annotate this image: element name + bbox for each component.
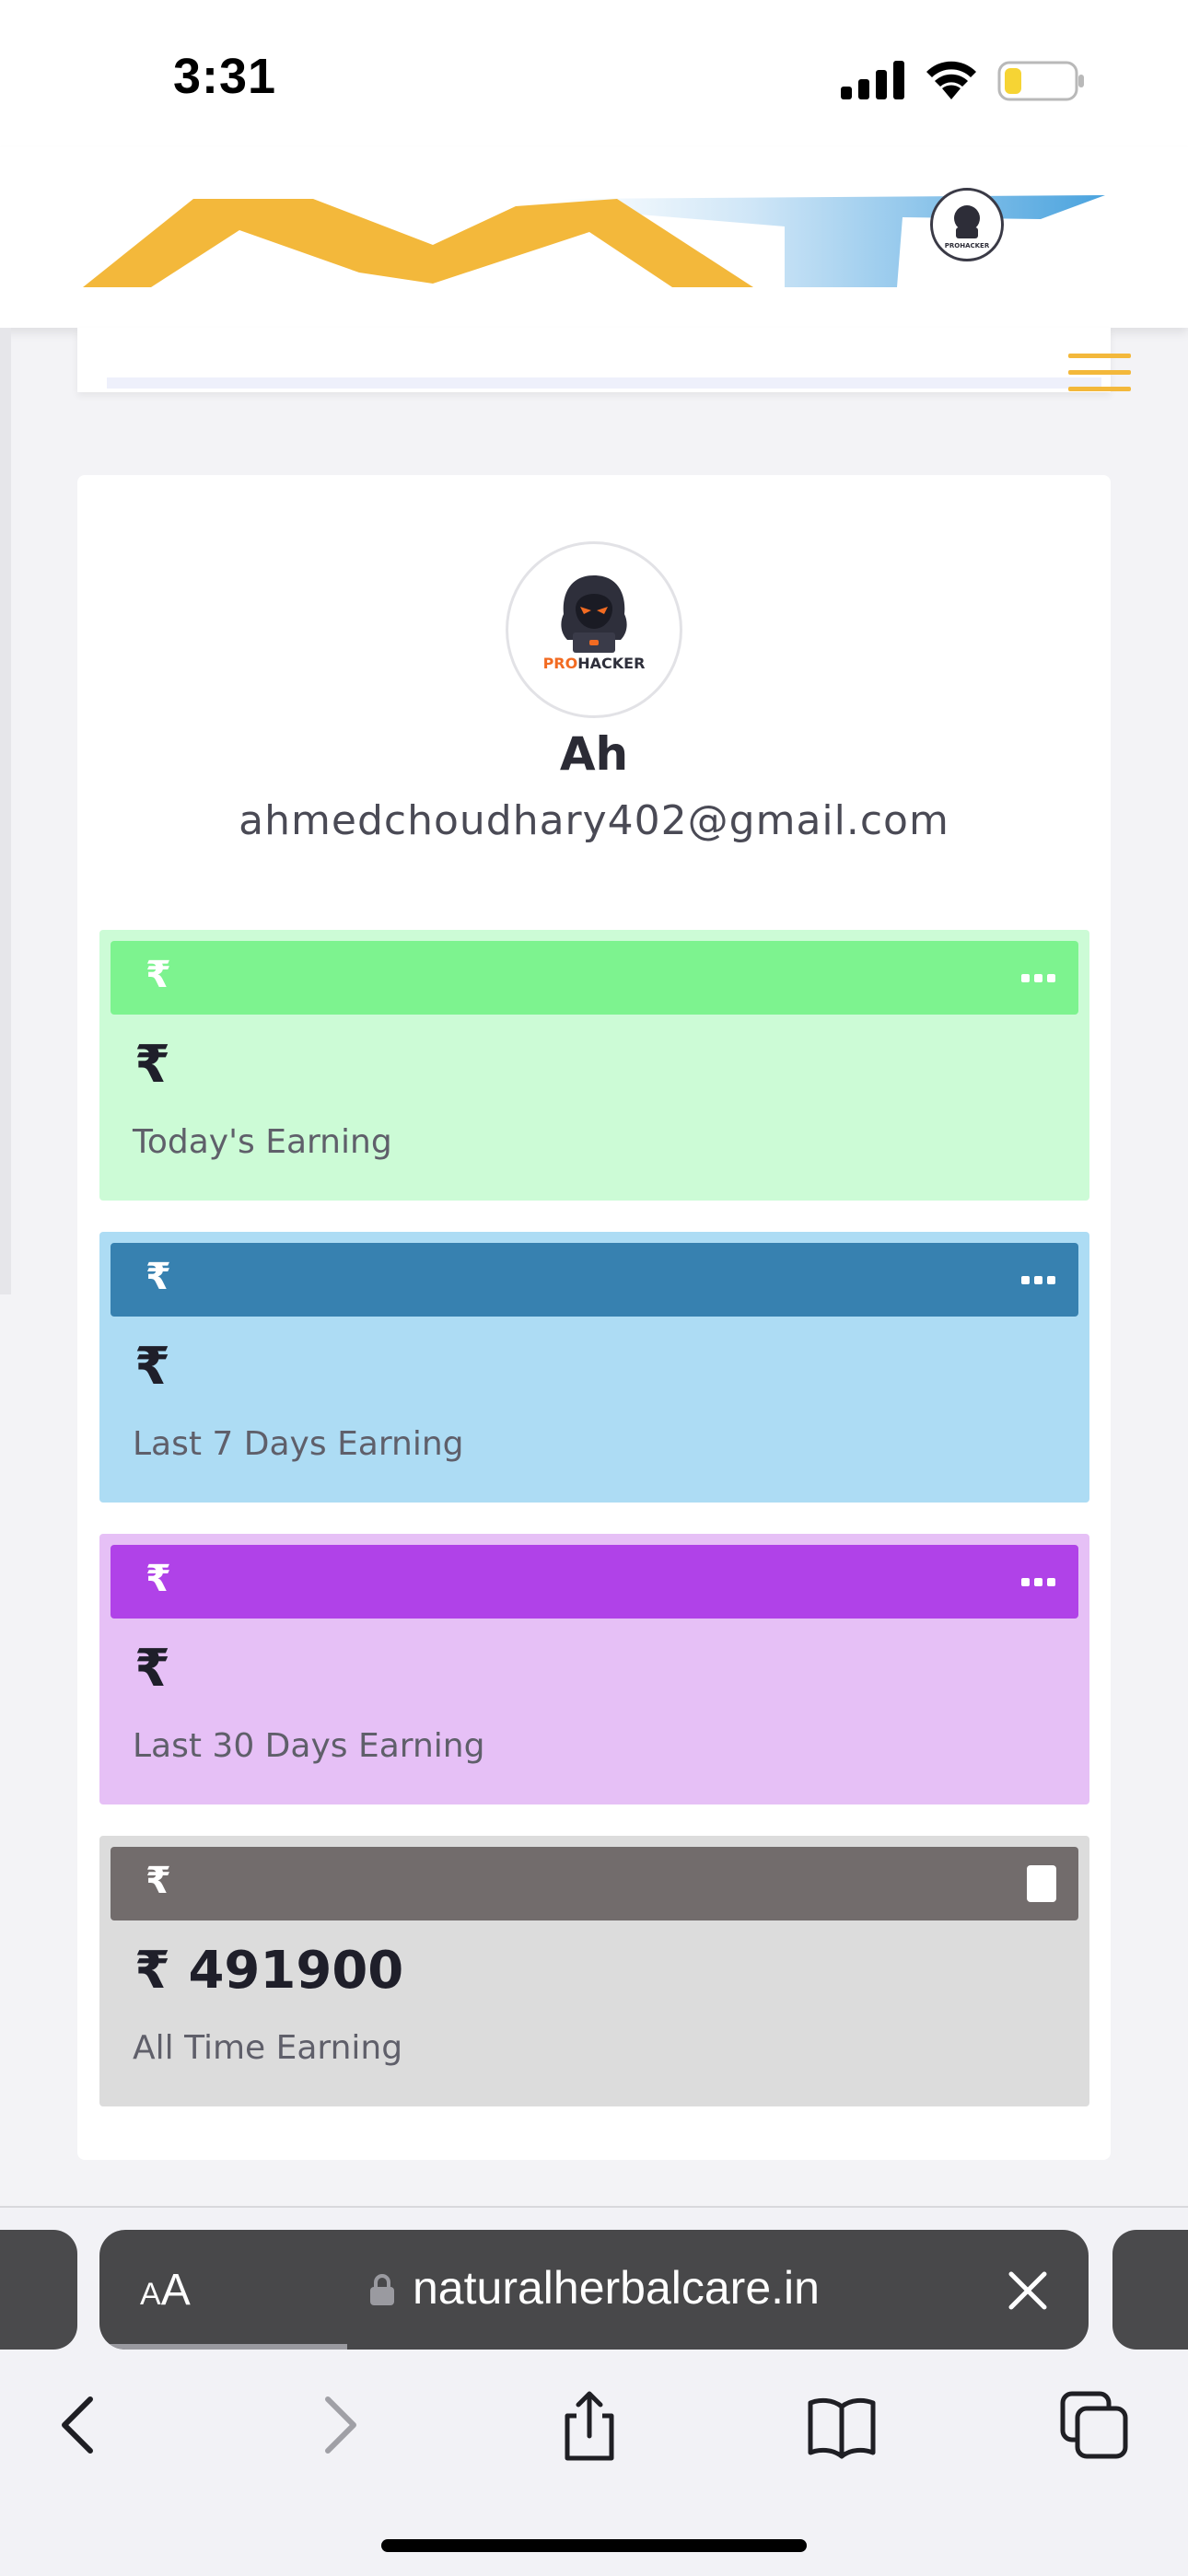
next-tab-preview[interactable] <box>1112 2230 1188 2350</box>
close-icon[interactable] <box>1006 2269 1050 2313</box>
status-time: 3:31 <box>173 49 277 104</box>
profile-name: Ah <box>559 727 629 781</box>
earning-value: ₹ <box>134 1639 170 1699</box>
earning-value: ₹ <box>134 1035 170 1095</box>
earning-card-all-time: ₹ ₹ 491900 All Time Earning <box>99 1836 1089 2106</box>
wifi-icon <box>926 61 976 99</box>
hamburger-menu-icon[interactable] <box>1068 350 1131 396</box>
more-dots-icon[interactable] <box>1021 974 1056 983</box>
earning-label: Last 7 Days Earning <box>133 1425 464 1463</box>
earning-label: Today's Earning <box>133 1123 392 1161</box>
lock-icon <box>370 2274 394 2305</box>
earning-card-header: ₹ <box>111 941 1078 1015</box>
cellular-signal-icon <box>841 61 904 99</box>
bookmarks-icon[interactable] <box>805 2388 879 2462</box>
rupee-icon: ₹ <box>146 954 171 996</box>
avatar-text-hacker: HACKER <box>577 655 646 672</box>
profile-avatar: PROHACKER <box>506 541 682 718</box>
battery-icon <box>997 61 1084 101</box>
rupee-icon: ₹ <box>146 1256 171 1298</box>
square-icon[interactable] <box>1027 1865 1056 1902</box>
back-icon[interactable] <box>42 2388 116 2462</box>
earning-card-header: ₹ <box>111 1545 1078 1619</box>
share-icon[interactable] <box>553 2388 626 2462</box>
rupee-icon: ₹ <box>146 1860 171 1902</box>
hacker-avatar-icon <box>561 575 627 653</box>
avatar-text-pro: PRO <box>542 655 578 672</box>
earning-label: Last 30 Days Earning <box>133 1727 485 1765</box>
address-bar[interactable]: AA naturalherbalcare.in <box>99 2230 1089 2350</box>
svg-text:PROHACKER: PROHACKER <box>945 242 990 249</box>
earning-value: ₹ <box>134 1337 170 1397</box>
previous-tab-preview[interactable] <box>0 2230 77 2350</box>
earning-card-30-days: ₹ ₹ Last 30 Days Earning <box>99 1534 1089 1804</box>
earning-card-header: ₹ <box>111 1243 1078 1317</box>
earning-card-header: ₹ <box>111 1847 1078 1920</box>
tabs-icon[interactable] <box>1057 2388 1131 2462</box>
home-indicator <box>381 2539 807 2552</box>
earning-value: ₹ 491900 <box>134 1941 404 2001</box>
page-load-progress <box>99 2344 347 2350</box>
more-dots-icon[interactable] <box>1021 1276 1056 1285</box>
profile-email: ahmedchoudhary402@gmail.com <box>239 797 949 844</box>
rupee-icon: ₹ <box>146 1558 171 1600</box>
more-dots-icon[interactable] <box>1021 1578 1056 1587</box>
earning-card-7-days: ₹ ₹ Last 7 Days Earning <box>99 1232 1089 1503</box>
earning-label: All Time Earning <box>133 2029 403 2067</box>
header-avatar-icon[interactable]: PROHACKER <box>930 188 1004 261</box>
reader-aa-button[interactable]: AA <box>140 2265 191 2315</box>
forward-icon[interactable] <box>302 2388 376 2462</box>
url-text[interactable]: naturalherbalcare.in <box>413 2261 820 2315</box>
earning-card-today: ₹ ₹ Today's Earning <box>99 930 1089 1201</box>
strip-divider <box>107 377 1101 389</box>
